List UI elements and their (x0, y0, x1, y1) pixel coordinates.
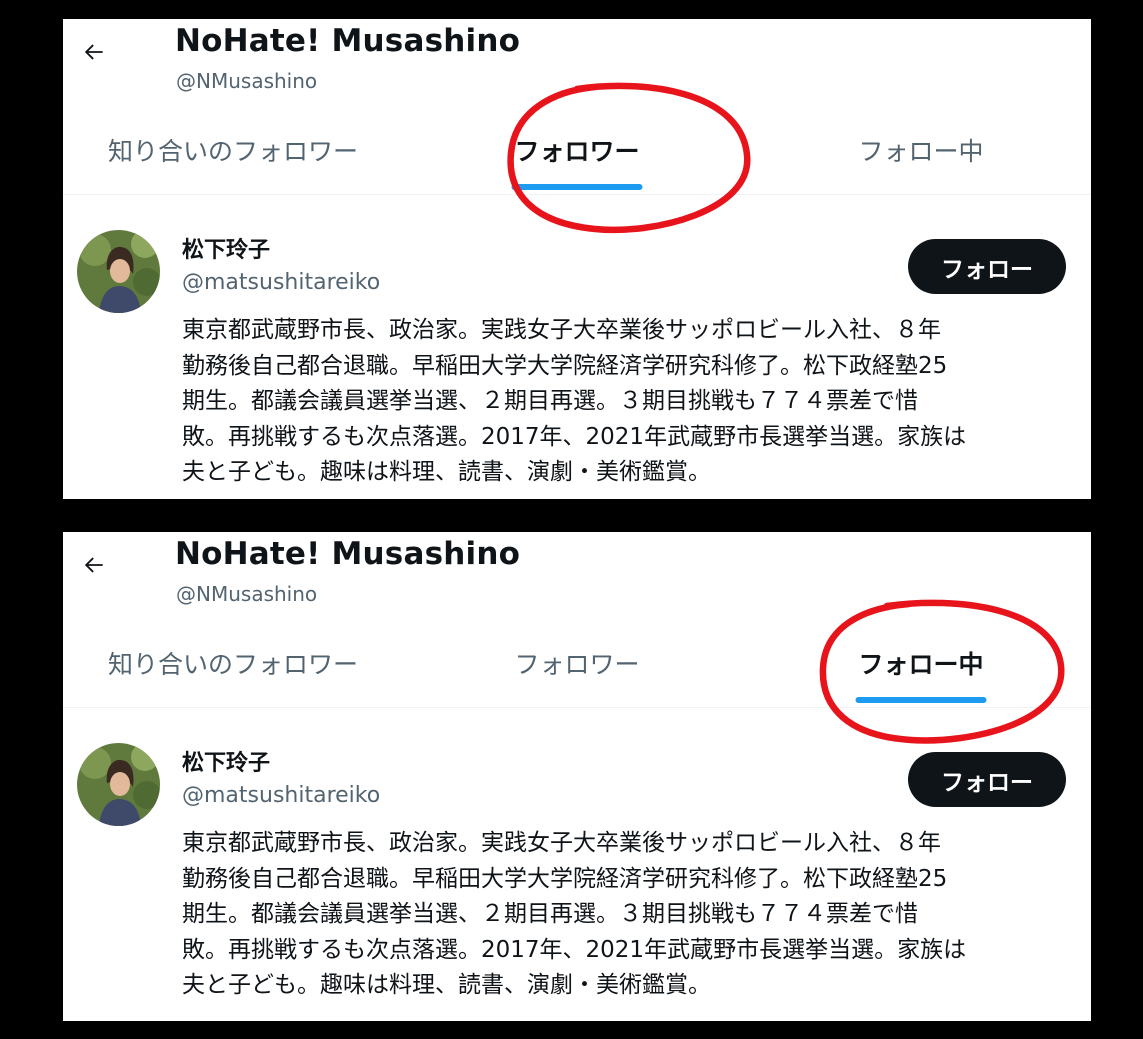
back-arrow-icon[interactable] (81, 39, 107, 65)
tab-label: 知り合いのフォロワー (107, 650, 358, 679)
tab-bar: 知り合いのフォロワー フォロワー フォロー中 (63, 114, 1091, 195)
user-cell[interactable]: 松下玲子 @matsushitareiko フォロー 東京都武蔵野市長、政治家。… (63, 196, 1091, 499)
profile-title: NoHate! Musashino (175, 536, 521, 572)
profile-handle: @NMusashino (176, 582, 318, 606)
tab-label: フォロー中 (858, 137, 984, 166)
user-cell[interactable]: 松下玲子 @matsushitareiko フォロー 東京都武蔵野市長、政治家。… (63, 709, 1091, 1021)
profile-handle: @NMusashino (176, 69, 318, 93)
tab-label: フォロワー (514, 137, 640, 166)
tab-label: フォロー中 (858, 650, 984, 679)
user-name: 松下玲子 (182, 238, 271, 263)
tab-indicator (856, 184, 987, 190)
back-arrow-icon[interactable] (81, 552, 107, 578)
avatar[interactable] (77, 743, 160, 826)
follow-button[interactable]: フォロー (908, 239, 1066, 294)
bio-line: 夫と子ども。趣味は料理、読書、演劇・美術鑑賞。 (182, 972, 711, 998)
tab-followers-you-know[interactable]: 知り合いのフォロワー (63, 114, 403, 194)
tab-following[interactable]: フォロー中 (751, 627, 1091, 707)
user-handle: @matsushitareiko (182, 270, 381, 295)
bio-line: 期生。都議会議員選挙当選、２期目再選。３期目挑戦も７７４票差で惜 (182, 901, 918, 927)
screen-following: NoHate! Musashino @NMusashino 知り合いのフォロワー… (63, 532, 1091, 1021)
tab-bar: 知り合いのフォロワー フォロワー フォロー中 (63, 627, 1091, 708)
bio-line: 夫と子ども。趣味は料理、読書、演劇・美術鑑賞。 (182, 459, 711, 485)
tab-indicator (512, 697, 643, 703)
tab-indicator (168, 697, 299, 703)
avatar[interactable] (77, 230, 160, 313)
user-name: 松下玲子 (182, 751, 271, 776)
tab-indicator (855, 697, 987, 703)
bio-line: 勤務後自己都合退職。早稲田大学大学院経済学研究科修了。松下政経塾25 (182, 352, 948, 379)
tab-indicator (168, 184, 299, 190)
tab-followers[interactable]: フォロワー (407, 114, 747, 194)
user-handle: @matsushitareiko (182, 783, 381, 808)
bio-line: 勤務後自己都合退職。早稲田大学大学院経済学研究科修了。松下政経塾25 (182, 865, 948, 892)
bio-line: 敗。再挑戦するも次点落選。2017年、2021年武蔵野市長選挙当選。家族は (182, 423, 967, 450)
user-bio: 東京都武蔵野市長、政治家。実践女子大卒業後サッポロビール入社、８年 勤務後自己都… (182, 826, 1062, 1004)
bio-line: 東京都武蔵野市長、政治家。実践女子大卒業後サッポロビール入社、８年 (182, 317, 941, 343)
bio-line: 期生。都議会議員選挙当選、２期目再選。３期目挑戦も７７４票差で惜 (182, 388, 918, 414)
screen-followers: NoHate! Musashino @NMusashino 知り合いのフォロワー… (63, 19, 1091, 499)
user-bio: 東京都武蔵野市長、政治家。実践女子大卒業後サッポロビール入社、８年 勤務後自己都… (182, 313, 1062, 491)
bio-line: 敗。再挑戦するも次点落選。2017年、2021年武蔵野市長選挙当選。家族は (182, 936, 967, 963)
tab-following[interactable]: フォロー中 (751, 114, 1091, 194)
tab-followers[interactable]: フォロワー (407, 627, 747, 707)
tab-label: 知り合いのフォロワー (107, 137, 358, 166)
tab-indicator (511, 184, 643, 190)
profile-title: NoHate! Musashino (175, 23, 521, 59)
tab-label: フォロワー (514, 650, 640, 679)
bio-line: 東京都武蔵野市長、政治家。実践女子大卒業後サッポロビール入社、８年 (182, 830, 941, 856)
follow-button[interactable]: フォロー (908, 752, 1066, 807)
tab-followers-you-know[interactable]: 知り合いのフォロワー (63, 627, 403, 707)
